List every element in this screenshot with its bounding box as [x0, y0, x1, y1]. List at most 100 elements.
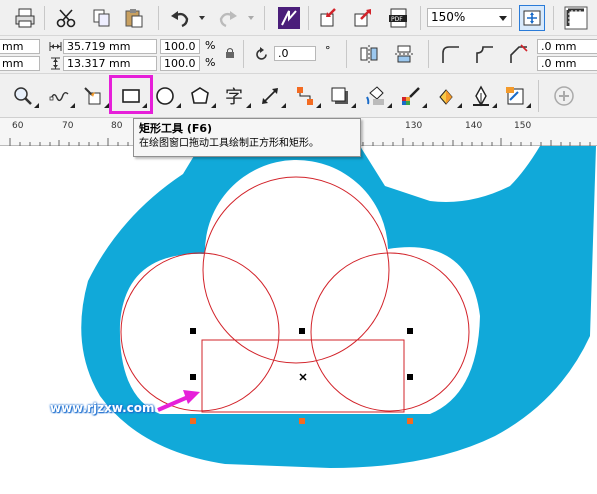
zoom-tool-icon[interactable]	[10, 83, 36, 109]
import-icon[interactable]	[316, 5, 342, 31]
corel-connect-icon[interactable]	[275, 4, 303, 32]
lock-ratio-icon[interactable]	[223, 46, 237, 60]
undo-icon[interactable]	[167, 5, 193, 31]
width-icon	[48, 39, 62, 53]
scale-x-field[interactable]: 100.0	[160, 39, 200, 54]
corner-node-handle	[190, 418, 196, 424]
outline-pen-tool-flyout-icon[interactable]	[492, 103, 497, 108]
scale-x-percent: %	[205, 39, 216, 52]
freehand-tool-icon[interactable]	[46, 83, 72, 109]
corner-radius-bottom-value: .0 mm	[541, 57, 577, 70]
x-position-field[interactable]: mm	[0, 39, 40, 54]
text-tool-icon[interactable]: 字	[222, 83, 248, 109]
smart-fill-tool-icon[interactable]	[80, 83, 106, 109]
degree-symbol: °	[325, 44, 331, 57]
corner-node-handle	[407, 418, 413, 424]
selection-handle	[190, 328, 196, 334]
polygon-tool-icon[interactable]	[187, 83, 213, 109]
redo-dropdown-icon	[248, 16, 254, 20]
ruler-tick-label: 140	[465, 121, 483, 131]
export-icon[interactable]	[350, 5, 376, 31]
drop-shadow-tool-icon[interactable]	[327, 83, 353, 109]
selection-handle	[299, 328, 305, 334]
dimension-tool-flyout-icon[interactable]	[281, 103, 286, 108]
cut-icon[interactable]	[53, 5, 79, 31]
watermark-text: www.rjzxw.com	[50, 401, 155, 415]
ellipse-tool-icon[interactable]	[152, 83, 178, 109]
text-tool-flyout-icon[interactable]	[246, 103, 251, 108]
y-position-field[interactable]: mm	[0, 56, 40, 71]
eyedropper-tool-flyout-icon[interactable]	[422, 103, 427, 108]
mirror-vertical-icon[interactable]	[391, 41, 417, 67]
redo-icon	[215, 5, 241, 31]
ruler-tick-label: 70	[62, 121, 74, 131]
smart-drawing-tool-icon[interactable]	[502, 83, 528, 109]
paste-icon[interactable]	[121, 5, 147, 31]
y-position-value: mm	[2, 57, 24, 70]
zoom-level-value: 150%	[431, 10, 466, 24]
rotation-icon	[252, 45, 270, 63]
rotation-value: .0	[278, 47, 289, 60]
width-field[interactable]: 35.719 mm	[63, 39, 157, 54]
scalloped-corner-icon[interactable]	[471, 41, 497, 67]
full-screen-preview-icon[interactable]	[519, 5, 545, 31]
svg-text:PDF: PDF	[391, 16, 403, 23]
ruler-tick-label: 130	[405, 121, 423, 131]
interactive-fill-tool-flyout-icon[interactable]	[457, 103, 462, 108]
connector-tool-icon[interactable]	[292, 83, 318, 109]
ruler-tick-label: 80	[111, 121, 123, 131]
standard-toolbar: PDF 150%	[0, 0, 597, 36]
zoom-dropdown-icon[interactable]	[499, 16, 507, 21]
rectangle-tool-tooltip: 矩形工具 (F6) 在绘图窗口拖动工具绘制正方形和矩形。	[133, 118, 361, 157]
corner-radius-top-value: .0 mm	[541, 40, 577, 53]
svg-text:字: 字	[225, 87, 243, 107]
width-value: 35.719 mm	[67, 40, 131, 53]
round-corner-icon[interactable]	[437, 41, 463, 67]
height-field[interactable]: 13.317 mm	[63, 56, 157, 71]
interactive-fill-tool-icon[interactable]	[433, 83, 459, 109]
show-rulers-icon[interactable]	[562, 4, 590, 32]
selection-handle	[190, 374, 196, 380]
ruler-tick-label: 60	[12, 121, 24, 131]
drop-shadow-tool-flyout-icon[interactable]	[351, 103, 356, 108]
drawing-canvas[interactable]: www.rjzxw.com	[0, 146, 597, 494]
mirror-horizontal-icon[interactable]	[356, 41, 382, 67]
scale-x-value: 100.0	[164, 40, 196, 53]
copy-icon[interactable]	[89, 5, 115, 31]
undo-dropdown-icon[interactable]	[199, 16, 205, 20]
smart-drawing-tool-flyout-icon[interactable]	[526, 103, 531, 108]
tooltip-title: 矩形工具 (F6)	[139, 122, 213, 135]
rotation-field[interactable]: .0	[274, 46, 316, 61]
height-value: 13.317 mm	[67, 57, 131, 70]
tooltip-description: 在绘图窗口拖动工具绘制正方形和矩形。	[139, 138, 319, 149]
zoom-tool-flyout-icon[interactable]	[34, 103, 39, 108]
scale-y-value: 100.0	[164, 57, 196, 70]
scale-y-field[interactable]: 100.0	[160, 56, 200, 71]
dimension-tool-icon[interactable]	[257, 83, 283, 109]
transparency-tool-icon[interactable]	[363, 83, 389, 109]
ruler-tick-label: 150	[514, 121, 532, 131]
transparency-tool-flyout-icon[interactable]	[387, 103, 392, 108]
corner-radius-bottom-field[interactable]: .0 mm	[537, 56, 597, 71]
height-icon	[48, 56, 62, 70]
chamfered-corner-icon[interactable]	[505, 41, 531, 67]
selection-handle	[407, 328, 413, 334]
corner-radius-top-field[interactable]: .0 mm	[537, 39, 597, 54]
property-bar: mm mm 35.719 mm 13.317 mm 100.0 100.0 % …	[0, 36, 597, 74]
add-tool-icon[interactable]	[551, 83, 577, 109]
rectangle-tool-highlight	[109, 75, 153, 114]
publish-pdf-icon[interactable]: PDF	[386, 5, 412, 31]
polygon-tool-flyout-icon[interactable]	[211, 103, 216, 108]
outline-pen-tool-icon[interactable]	[468, 83, 494, 109]
freehand-tool-flyout-icon[interactable]	[70, 103, 75, 108]
ellipse-tool-flyout-icon[interactable]	[176, 103, 181, 108]
selection-handle	[407, 374, 413, 380]
color-eyedropper-tool-icon[interactable]	[398, 83, 424, 109]
zoom-level-select[interactable]: 150%	[427, 8, 512, 27]
connector-tool-flyout-icon[interactable]	[316, 103, 321, 108]
corner-node-handle	[299, 418, 305, 424]
scale-y-percent: %	[205, 56, 216, 69]
x-position-value: mm	[2, 40, 24, 53]
print-icon[interactable]	[12, 5, 38, 31]
toolbox: 字	[0, 74, 597, 118]
